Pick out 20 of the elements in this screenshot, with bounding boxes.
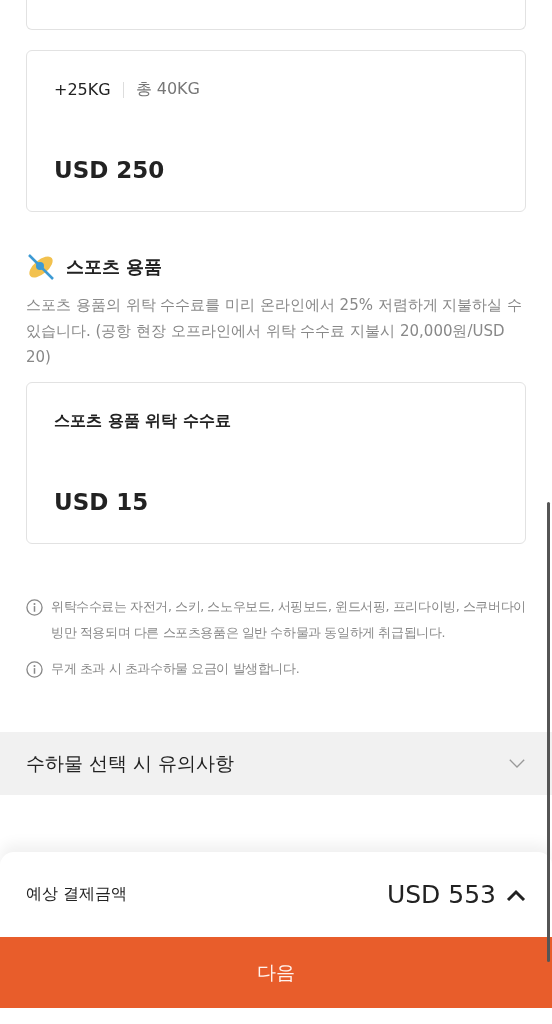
- added-weight: +25KG: [54, 80, 111, 99]
- summary-label: 예상 결제금액: [26, 884, 128, 905]
- info-icon: [26, 661, 43, 678]
- section-title: 스포츠 용품: [66, 255, 163, 279]
- option-card[interactable]: [26, 0, 526, 30]
- summary-amount-toggle[interactable]: USD 553: [386, 880, 526, 909]
- option-price: USD 250: [54, 157, 166, 183]
- note-text: 무게 초과 시 초과수하물 요금이 발생합니다.: [51, 660, 300, 678]
- baggage-option-card[interactable]: +25KG 총 40KG USD 250: [26, 50, 526, 212]
- note-text: 위탁수수료는 자전거, 스키, 스노우보드, 서핑보드, 윈드서핑, 프리다이빙, 스쿠버다이빙만 적용되며 다른 스포츠용품은 일반 수하물과 동일하게 취급됩니다.: [51, 598, 526, 642]
- notice-accordion[interactable]: 수하물 선택 시 유의사항: [0, 732, 552, 795]
- fee-label: 스포츠 용품 위탁 수수료: [54, 411, 232, 432]
- fee-price: USD 15: [54, 489, 150, 515]
- surfboard-icon: [26, 252, 56, 282]
- chevron-icon: [508, 758, 526, 769]
- sports-fee-card[interactable]: 스포츠 용품 위탁 수수료 USD 15: [26, 382, 526, 544]
- section-description: 스포츠 용품의 위탁 수수료를 미리 온라인에서 25% 저렴하게 지불하실 수 있습니다. (공항 현장 오프라인에서 위탁 수수료 지불시 20,000원/USD 20): [26, 295, 524, 368]
- info-icon: [26, 599, 43, 616]
- caret-icon: [506, 888, 526, 901]
- total-weight: 총 40KG: [135, 79, 200, 100]
